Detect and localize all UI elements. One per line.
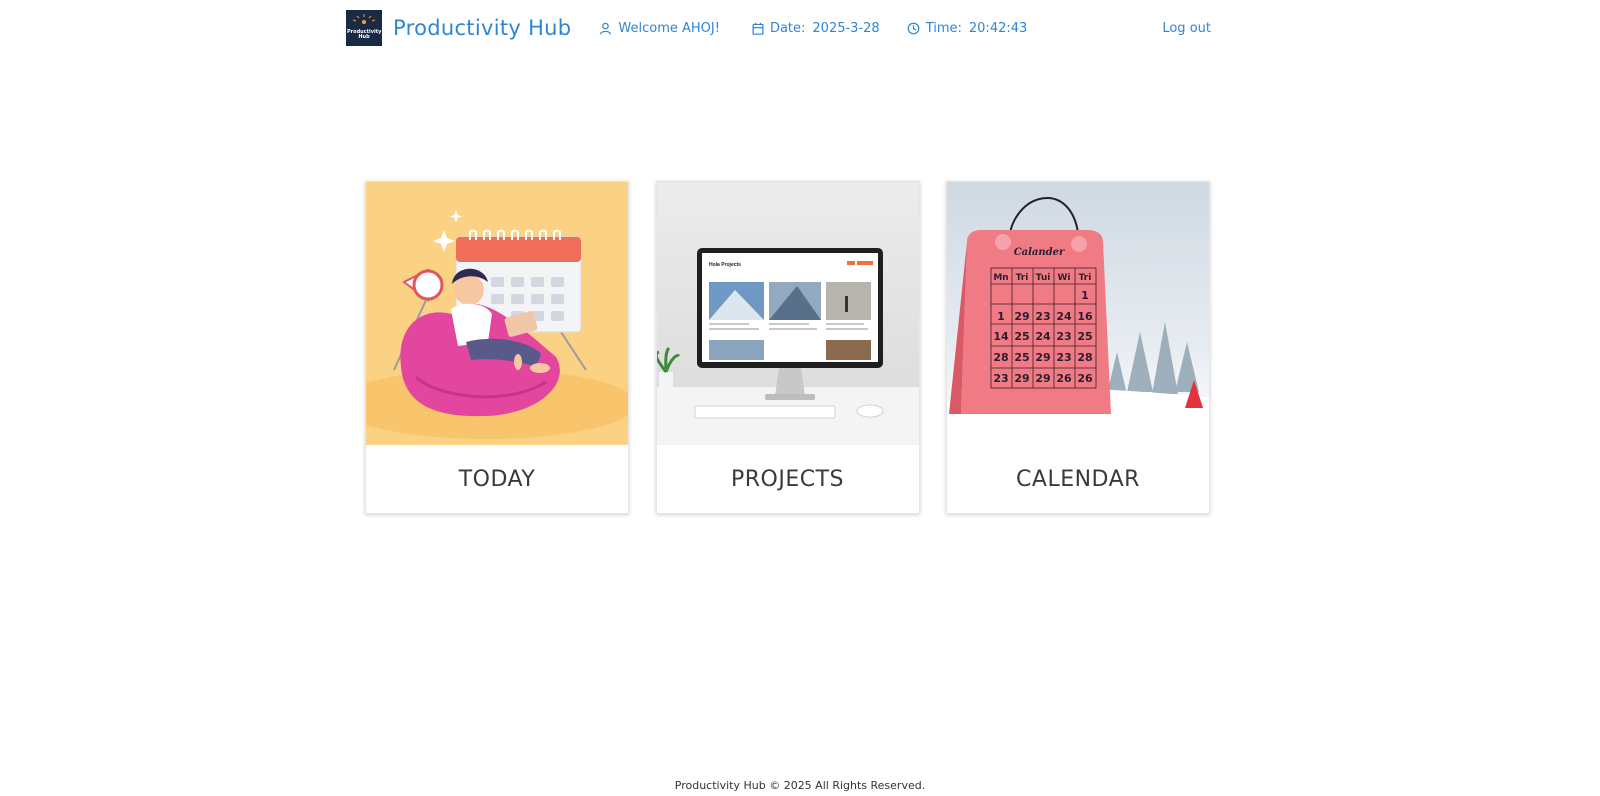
time-display: Time: 20:42:43 [907, 20, 1028, 36]
calendar-cell: 25 [1014, 330, 1029, 343]
calendar-day-header: Tri [1016, 273, 1029, 283]
brand-logo[interactable]: Productivity Hub [346, 10, 382, 46]
top-nav: Productivity Hub Productivity Hub Welcom… [346, 0, 1211, 56]
calendar-cell: 23 [1035, 310, 1050, 323]
calendar-cell: 29 [1035, 351, 1050, 364]
sparkle-icon [352, 14, 376, 24]
calendar-day-header: Wi [1057, 273, 1070, 283]
calendar-day-header: Tri [1079, 273, 1092, 283]
clock-icon [907, 22, 920, 34]
time-value: 20:42:43 [968, 20, 1028, 36]
card-projects-label: PROJECTS [730, 466, 845, 492]
calendar-icon [752, 22, 764, 35]
footer-copyright: Productivity Hub © 2025 All Rights Reser… [674, 779, 926, 792]
date-label: Date: [769, 20, 806, 36]
calendar-image-title: Calander [1014, 247, 1065, 258]
today-illustration [366, 182, 628, 445]
calendar-day-header: Tui [1036, 273, 1051, 283]
time-label: Time: [925, 20, 962, 36]
calendar-cell: 28 [993, 351, 1008, 364]
calendar-cell: 23 [993, 372, 1008, 385]
projects-illustration: Hola Projects [656, 182, 919, 445]
calendar-cell: 23 [1056, 351, 1071, 364]
card-projects[interactable]: Hola Projects PROJECTS [655, 181, 920, 514]
calendar-cell: 25 [1014, 351, 1029, 364]
card-calendar[interactable]: Calander Mn Tri Tui Wi Tri 1 1 29 23 24 … [946, 181, 1210, 514]
calendar-cell: 14 [993, 330, 1009, 343]
logo-text: Productivity Hub [347, 29, 382, 40]
date-display: Date: 2025-3-28 [752, 21, 880, 36]
calendar-cell: 26 [1056, 372, 1072, 385]
welcome-text: Welcome AHOJ! [618, 20, 720, 36]
calendar-cell: 1 [1081, 289, 1089, 302]
monitor-page-heading: Hola Projects [709, 262, 741, 268]
calendar-illustration: Calander Mn Tri Tui Wi Tri 1 1 29 23 24 … [947, 182, 1209, 445]
card-today[interactable]: TODAY [365, 181, 629, 514]
card-calendar-label: CALENDAR [1016, 466, 1140, 492]
calendar-cell: 24 [1035, 330, 1051, 343]
brand-name[interactable]: Productivity Hub [393, 16, 571, 40]
calendar-cell: 23 [1056, 330, 1071, 343]
calendar-cell: 28 [1077, 351, 1092, 364]
calendar-cell: 24 [1056, 310, 1072, 323]
card-grid: TODAY Hola Projects PROJECTS Calander Mn… [365, 181, 1210, 515]
calendar-cell: 29 [1014, 310, 1029, 323]
logout-link[interactable]: Log out [1162, 21, 1211, 36]
user-icon [600, 22, 612, 34]
date-value: 2025-3-28 [812, 20, 880, 36]
calendar-cell: 16 [1077, 310, 1093, 323]
card-today-label: TODAY [458, 466, 536, 492]
calendar-cell: 29 [1035, 372, 1050, 385]
calendar-cell: 29 [1014, 372, 1029, 385]
calendar-cell: 1 [997, 310, 1005, 323]
calendar-cell: 26 [1077, 372, 1093, 385]
welcome-message: Welcome AHOJ! [599, 21, 720, 36]
calendar-day-header: Mn [993, 273, 1008, 283]
calendar-cell: 25 [1077, 330, 1092, 343]
